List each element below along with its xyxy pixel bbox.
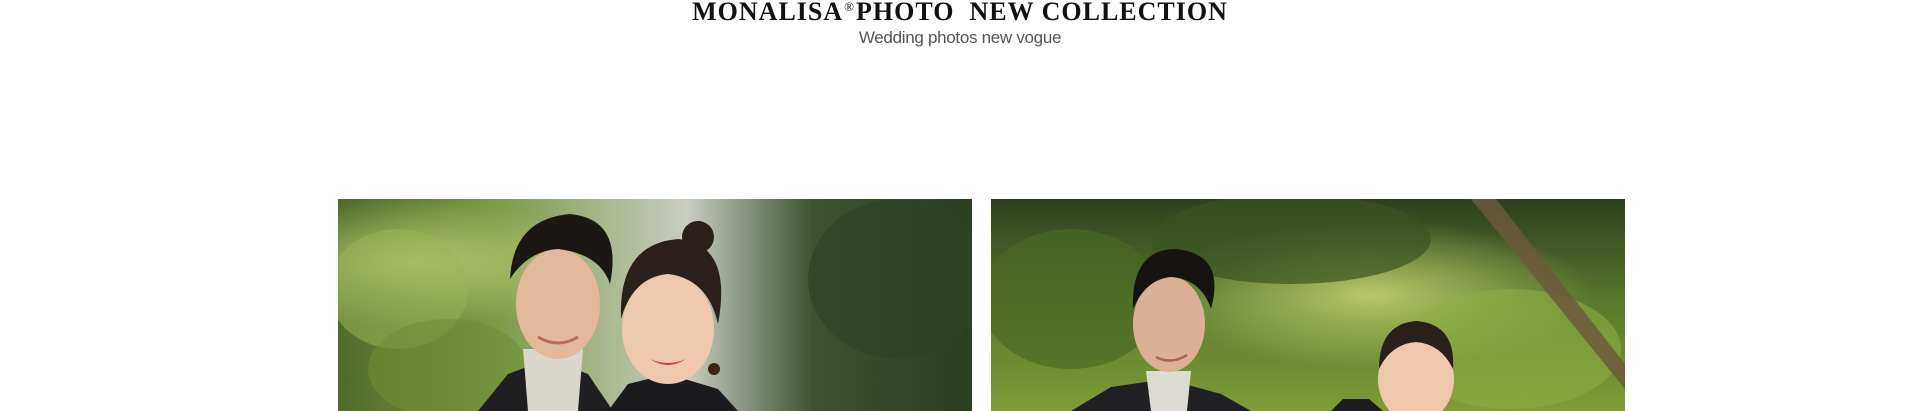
photo-gallery [0,199,1920,411]
collection-title: MONALISA®PHOTO NEW COLLECTION [0,0,1920,28]
title-rest: PHOTO NEW COLLECTION [856,0,1228,26]
photo-1-image [338,199,972,411]
gallery-photo-1[interactable] [338,199,972,411]
collection-subtitle: Wedding photos new vogue [858,28,1062,47]
brand-name: MONALISA [692,0,844,26]
photo-2-image [991,199,1625,411]
registered-mark: ® [844,0,856,14]
gallery-photo-2[interactable] [991,199,1625,411]
